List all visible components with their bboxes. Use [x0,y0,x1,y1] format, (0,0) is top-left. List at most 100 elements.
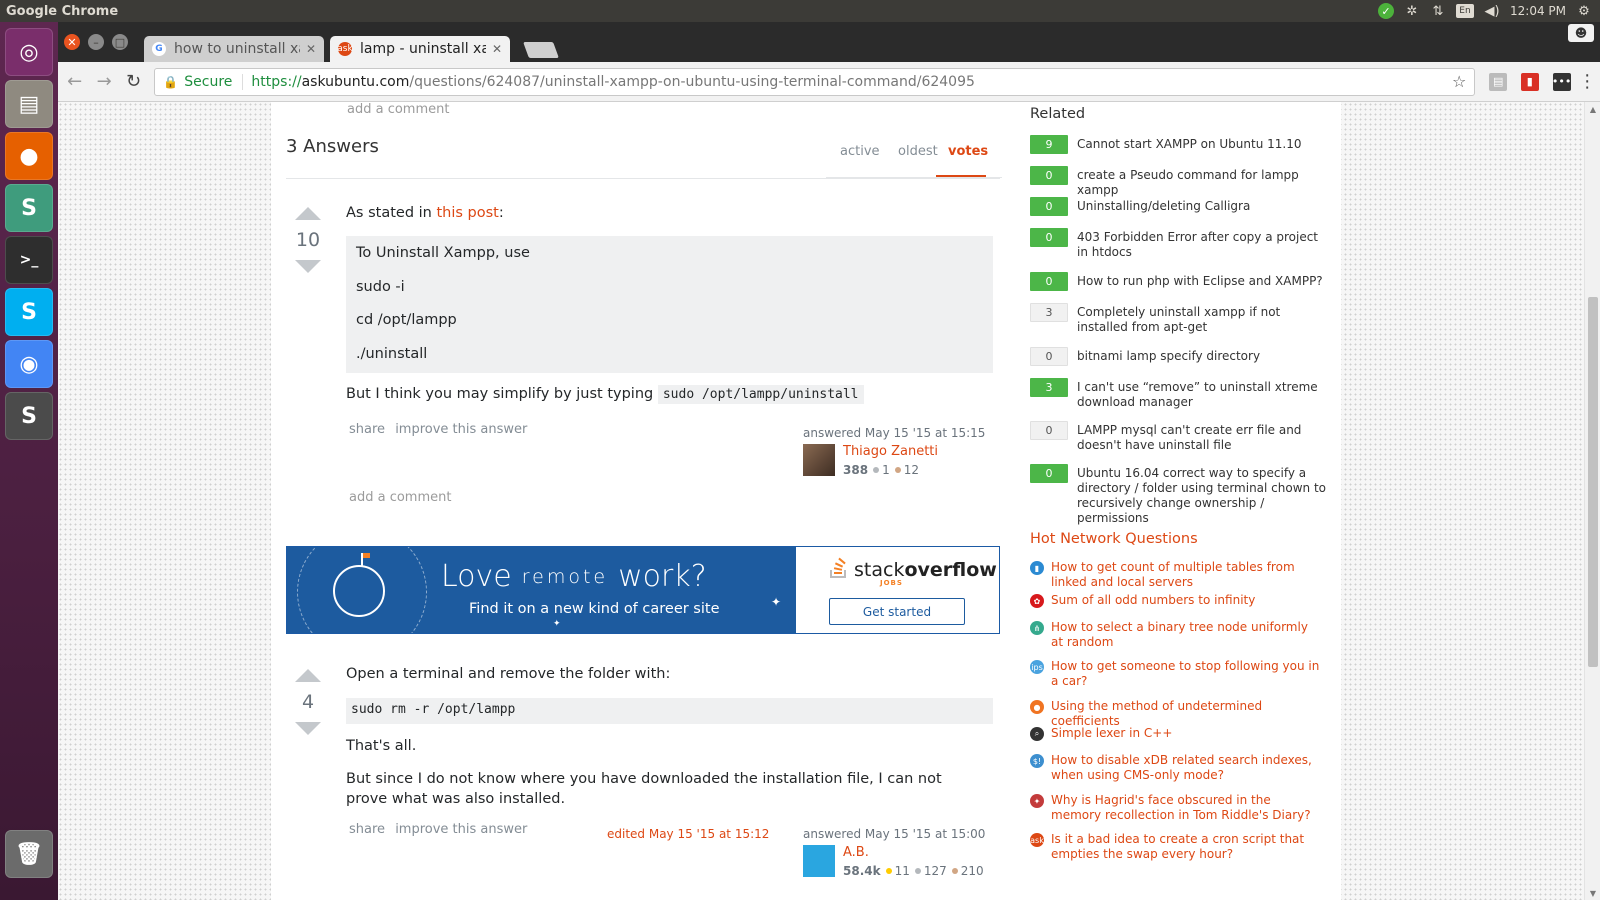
bronze-badge-icon [894,467,901,473]
chrome-menu-icon[interactable]: ⋮ [1575,69,1600,95]
share-link[interactable]: share [349,422,385,437]
close-window-icon[interactable]: ✕ [64,34,80,50]
jobs-ad-banner[interactable]: Love remote work? Find it on a new kind of… [286,546,1000,634]
add-comment-link[interactable]: add a comment [347,102,449,117]
improve-answer-link[interactable]: improve this answer [395,822,527,837]
related-question-link[interactable]: 403 Forbidden Error after copy a project… [1077,230,1327,260]
add-comment-link[interactable]: add a comment [349,490,451,505]
related-question-link[interactable]: I can't use “remove” to uninstall xtreme… [1077,380,1327,410]
tab-strip: ✕ – □ G how to uninstall xampp ✕ ask lam… [58,22,1600,62]
math-icon: ✿ [1030,594,1044,608]
related-question-link[interactable]: Ubuntu 16.04 correct way to specify a di… [1077,466,1327,526]
related-question-link[interactable]: How to run php with Eclipse and XAMPP? [1077,274,1327,289]
score-badge: 3 [1030,303,1068,322]
upvote-arrow-icon[interactable] [295,669,321,682]
related-question-link[interactable]: Cannot start XAMPP on Ubuntu 11.10 [1077,137,1327,152]
this-post-link[interactable]: this post [436,205,498,221]
launcher-terminal-icon[interactable]: >_ [5,236,53,284]
share-link[interactable]: share [349,822,385,837]
power-gear-icon[interactable]: ⚙ [1576,3,1592,19]
hot-question-link[interactable]: How to get count of multiple tables from… [1051,560,1321,590]
reload-icon[interactable]: ↻ [121,69,146,95]
back-arrow-icon[interactable]: ← [62,69,87,95]
edited-time-link[interactable]: edited May 15 '15 at 15:12 [607,827,769,841]
hot-question-link[interactable]: Why is Hagrid's face obscured in the mem… [1051,793,1321,823]
app-title: Google Chrome [6,3,119,19]
page-viewport: add a comment 3 Answers active oldest vo… [58,102,1600,900]
minimize-window-icon[interactable]: – [88,34,104,50]
related-question-link[interactable]: Uninstalling/deleting Calligra [1077,199,1327,214]
close-tab-icon[interactable]: ✕ [492,42,502,56]
address-bar[interactable]: 🔒 Secure https:// askubuntu.com /questio… [154,67,1476,96]
user-name-link[interactable]: A.B. [843,845,869,860]
extension-dots-icon[interactable]: ••• [1552,72,1571,91]
volume-icon[interactable]: ◀) [1484,3,1500,19]
downvote-arrow-icon[interactable] [295,260,321,273]
hot-question-link[interactable]: How to disable xDB related search indexe… [1051,753,1321,783]
hot-question-link[interactable]: Using the method of undetermined coeffic… [1051,699,1321,729]
quote-line: sudo -i [356,278,405,295]
extension-pdf-icon[interactable]: ▮ [1520,72,1539,91]
update-check-icon[interactable]: ✓ [1378,3,1394,19]
hot-question-link[interactable]: How to get someone to stop following you… [1051,659,1321,689]
improve-answer-link[interactable]: improve this answer [395,422,527,437]
tab-askubuntu[interactable]: ask lamp - uninstall xampp ✕ [330,36,510,62]
hot-question-link[interactable]: Simple lexer in C++ [1051,726,1321,741]
related-question-link[interactable]: bitnami lamp specify directory [1077,349,1327,364]
hot-question-link[interactable]: Sum of all odd numbers to infinity [1051,593,1321,608]
downvote-arrow-icon[interactable] [295,722,321,735]
launcher-sublime-icon[interactable]: S [5,392,53,440]
dba-icon: ▮ [1030,561,1044,575]
related-question-link[interactable]: create a Pseudo command for lampp xampp [1077,168,1327,198]
profile-icon[interactable]: ☻ [1568,24,1594,42]
cs-icon: ⋔ [1030,621,1044,635]
maximize-window-icon[interactable]: □ [112,34,128,50]
scifi-icon: ✦ [1030,794,1044,808]
secure-label[interactable]: Secure [184,73,244,90]
tab-google-search[interactable]: G how to uninstall xampp ✕ [144,36,324,62]
related-question-link[interactable]: LAMPP mysql can't create err file and do… [1077,423,1327,453]
network-icon[interactable]: ⇅ [1430,3,1446,19]
code-block: sudo rm -r /opt/lampp [346,698,993,724]
launcher-ubuntu-dash-icon[interactable]: ◎ [5,28,53,76]
sort-tab-votes[interactable]: votes [948,144,988,159]
score-badge: 0 [1030,347,1068,366]
bookmark-star-icon[interactable]: ☆ [1452,72,1466,91]
score-badge: 0 [1030,228,1068,247]
keyboard-layout-indicator[interactable]: En [1456,4,1474,18]
forward-arrow-icon[interactable]: → [91,69,116,95]
scroll-thumb[interactable] [1588,297,1598,667]
launcher-files-icon[interactable]: ▤ [5,80,53,128]
sort-tab-oldest[interactable]: oldest [898,144,938,159]
flag-icon [361,553,370,567]
score-badge: 3 [1030,378,1068,397]
ad-word-work: work? [618,559,707,594]
active-tab-underline [936,175,986,177]
scroll-up-arrow-icon[interactable]: ▲ [1585,102,1600,116]
new-tab-button[interactable] [523,42,559,58]
hot-question-link[interactable]: How to select a binary tree node uniform… [1051,620,1321,650]
scroll-down-arrow-icon[interactable]: ▼ [1585,886,1600,900]
launcher-slack-icon[interactable]: S [5,184,53,232]
launcher-trash-icon[interactable]: 🗑 [5,830,53,878]
sort-tab-active[interactable]: active [840,144,880,159]
user-avatar[interactable] [803,444,835,476]
silver-count: 1 [882,463,890,477]
launcher-skype-icon[interactable]: S [5,288,53,336]
launcher-chrome-icon[interactable]: ◉ [5,340,53,388]
user-avatar[interactable] [803,845,835,877]
related-question-link[interactable]: Completely uninstall xampp if not instal… [1077,305,1327,335]
hot-question-link[interactable]: Is it a bad idea to create a cron script… [1051,832,1321,862]
scrollbar[interactable]: ▲ ▼ [1584,102,1600,900]
extension-reader-icon[interactable]: ▤ [1489,72,1507,91]
bronze-count: 210 [960,864,984,878]
user-name-link[interactable]: Thiago Zanetti [843,444,938,459]
get-started-button[interactable]: Get started [829,598,965,625]
clock[interactable]: 12:04 PM [1510,4,1566,18]
upvote-arrow-icon[interactable] [295,207,321,220]
vote-count: 4 [301,691,315,713]
launcher-firefox-icon[interactable]: ● [5,132,53,180]
lock-icon[interactable]: 🔒 [163,75,178,89]
settings-gear-icon[interactable]: ✲ [1404,3,1420,19]
close-tab-icon[interactable]: ✕ [306,42,316,56]
